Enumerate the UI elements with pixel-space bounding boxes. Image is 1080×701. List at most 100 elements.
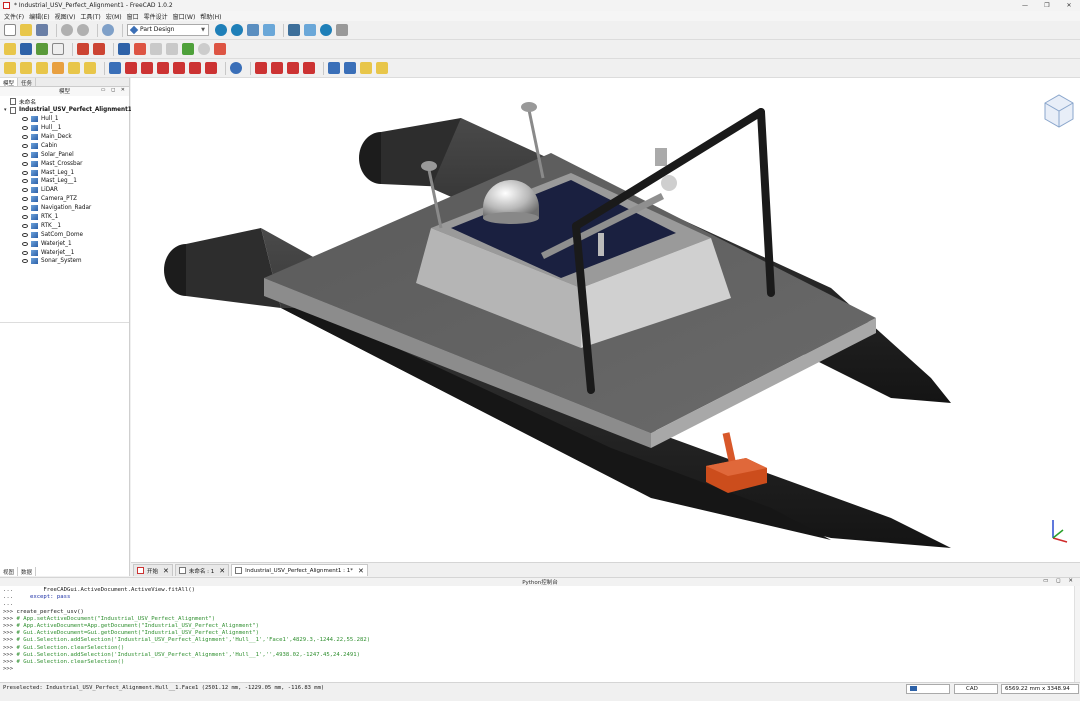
navigation-cube[interactable] bbox=[1044, 94, 1074, 128]
tree-item[interactable]: SatCom_Dome bbox=[0, 230, 129, 239]
loft-icon[interactable] bbox=[36, 62, 48, 74]
measure-icon[interactable] bbox=[320, 24, 332, 36]
tree-item[interactable]: Sonar_System bbox=[0, 257, 129, 266]
visibility-eye-icon[interactable] bbox=[22, 161, 28, 166]
draw-style-icon[interactable] bbox=[288, 24, 300, 36]
fit-selection-icon[interactable] bbox=[231, 24, 243, 36]
subtractive-primitive-icon[interactable] bbox=[205, 62, 217, 74]
new-file-icon[interactable] bbox=[4, 24, 16, 36]
menu-macro[interactable]: 宏(M) bbox=[106, 12, 122, 21]
menu-part-design[interactable]: 零件设计 bbox=[144, 12, 168, 21]
visibility-eye-icon[interactable] bbox=[22, 223, 28, 228]
console-scrollbar[interactable] bbox=[1074, 586, 1080, 682]
menu-window[interactable]: 窗口(W) bbox=[173, 12, 196, 21]
menu-view[interactable]: 视图(V) bbox=[55, 12, 76, 21]
tree-item[interactable]: RTK__1 bbox=[0, 221, 129, 230]
tree-item[interactable]: Waterjet__1 bbox=[0, 248, 129, 257]
subtractive-loft-icon[interactable] bbox=[157, 62, 169, 74]
visibility-eye-icon[interactable] bbox=[22, 179, 28, 184]
tab-model[interactable]: 模型 bbox=[0, 78, 19, 87]
hole-icon[interactable] bbox=[125, 62, 137, 74]
pipe-icon[interactable] bbox=[52, 62, 64, 74]
tree-item[interactable]: LiDAR bbox=[0, 186, 129, 195]
open-file-icon[interactable] bbox=[20, 24, 32, 36]
body-icon[interactable] bbox=[118, 43, 130, 55]
std-view-icon[interactable] bbox=[247, 24, 259, 36]
thickness-icon[interactable] bbox=[376, 62, 388, 74]
visibility-eye-icon[interactable] bbox=[22, 135, 28, 139]
draft-icon[interactable] bbox=[360, 62, 372, 74]
subtractive-pipe-icon[interactable] bbox=[173, 62, 185, 74]
visibility-eye-icon[interactable] bbox=[22, 170, 28, 175]
visibility-eye-icon[interactable] bbox=[22, 188, 28, 193]
panel-controls[interactable]: ▭ ◻ ✕ bbox=[101, 87, 127, 93]
visibility-eye-icon[interactable] bbox=[22, 259, 28, 264]
fillet-icon[interactable] bbox=[328, 62, 340, 74]
subtractive-helix-icon[interactable] bbox=[189, 62, 201, 74]
tree-item[interactable]: Mast_Leg_1 bbox=[0, 168, 129, 177]
tab-view[interactable]: 视图 bbox=[0, 567, 19, 576]
menu-help[interactable]: 帮助(H) bbox=[200, 12, 221, 21]
boolean-icon[interactable] bbox=[230, 62, 242, 74]
visibility-eye-icon[interactable] bbox=[22, 241, 28, 246]
linear-pattern-icon[interactable] bbox=[271, 62, 283, 74]
tree-item[interactable]: Hull_1 bbox=[0, 115, 129, 124]
tree-item[interactable]: Hull__1 bbox=[0, 124, 129, 133]
attachment-icon[interactable] bbox=[214, 43, 226, 55]
tree-item[interactable]: ▾ Industrial_USV_Perfect_Alignment1 bbox=[0, 106, 132, 115]
create-body-icon[interactable] bbox=[4, 43, 16, 55]
datum-plane-icon[interactable] bbox=[150, 43, 162, 55]
pad-icon[interactable] bbox=[4, 62, 16, 74]
tree-item[interactable]: RTK_1 bbox=[0, 213, 129, 222]
tree-item[interactable]: Cabin bbox=[0, 141, 129, 150]
macro-run-icon[interactable] bbox=[93, 43, 105, 55]
tree-item[interactable]: Navigation_Radar bbox=[0, 204, 129, 213]
usv-model-render[interactable] bbox=[131, 78, 1080, 562]
visibility-eye-icon[interactable] bbox=[22, 250, 28, 255]
close-tab-icon[interactable]: ✕ bbox=[358, 567, 364, 575]
navigation-style-selector[interactable]: CAD bbox=[954, 684, 998, 694]
tab-tasks[interactable]: 任务 bbox=[18, 78, 37, 87]
menu-window-1[interactable]: 窗口 bbox=[127, 12, 139, 21]
menu-edit[interactable]: 编辑(E) bbox=[29, 12, 49, 21]
workbench-selector[interactable]: Part Design ▼ bbox=[127, 24, 209, 36]
sketch-icon[interactable] bbox=[134, 43, 146, 55]
helix-icon[interactable] bbox=[68, 62, 80, 74]
close-tab-icon[interactable]: ✕ bbox=[163, 567, 169, 575]
clone-icon[interactable] bbox=[198, 43, 210, 55]
whats-this-icon[interactable] bbox=[336, 24, 348, 36]
bounding-box-icon[interactable] bbox=[263, 24, 275, 36]
datum-line-icon[interactable] bbox=[166, 43, 178, 55]
maximize-button[interactable]: ❐ bbox=[1036, 0, 1058, 11]
menu-tools[interactable]: 工具(T) bbox=[80, 12, 100, 21]
python-console[interactable]: ... FreeCADGui.ActiveDocument.ActiveView… bbox=[0, 586, 1080, 682]
menu-file[interactable]: 文件(F) bbox=[4, 12, 24, 21]
chamfer-icon[interactable] bbox=[344, 62, 356, 74]
additive-primitive-icon[interactable] bbox=[84, 62, 96, 74]
link-icon[interactable] bbox=[52, 43, 64, 55]
polar-pattern-icon[interactable] bbox=[287, 62, 299, 74]
shape-binder-icon[interactable] bbox=[182, 43, 194, 55]
minimize-button[interactable]: — bbox=[1014, 0, 1036, 11]
3d-viewport[interactable] bbox=[131, 78, 1080, 562]
save-icon[interactable] bbox=[36, 24, 48, 36]
tree-item[interactable]: Mast_Crossbar bbox=[0, 159, 129, 168]
visibility-eye-icon[interactable] bbox=[22, 152, 28, 157]
visibility-eye-icon[interactable] bbox=[22, 126, 28, 131]
mirrored-icon[interactable] bbox=[255, 62, 267, 74]
close-button[interactable]: ✕ bbox=[1058, 0, 1080, 11]
groove-icon[interactable] bbox=[141, 62, 153, 74]
close-tab-icon[interactable]: ✕ bbox=[219, 567, 225, 575]
doc-tab-start[interactable]: 开始 ✕ bbox=[133, 564, 173, 576]
tab-data[interactable]: 数据 bbox=[18, 567, 37, 576]
macro-record-icon[interactable] bbox=[77, 43, 89, 55]
visibility-eye-icon[interactable] bbox=[22, 232, 28, 237]
tree-item[interactable]: Solar_Panel bbox=[0, 150, 129, 159]
pocket-icon[interactable] bbox=[109, 62, 121, 74]
hull-rear-right[interactable] bbox=[164, 228, 281, 308]
create-part-icon[interactable] bbox=[20, 43, 32, 55]
visibility-eye-icon[interactable] bbox=[22, 117, 28, 122]
tree-item[interactable]: Camera_PTZ bbox=[0, 195, 129, 204]
panel-controls[interactable]: ▭ ◻ ✕ bbox=[1043, 578, 1076, 584]
undo-icon[interactable] bbox=[61, 24, 73, 36]
